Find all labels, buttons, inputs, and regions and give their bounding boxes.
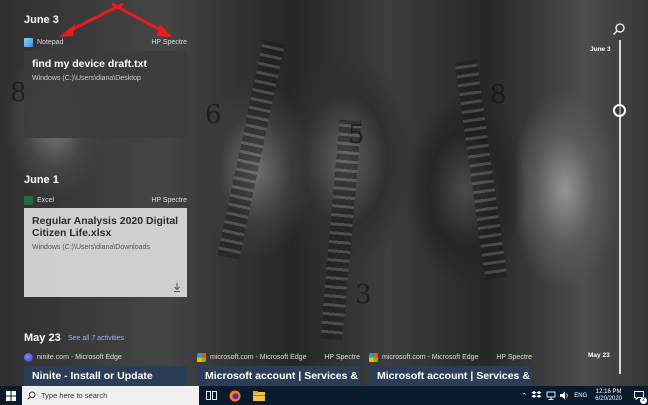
device-name: HP Spectre [496,353,532,361]
network-icon[interactable] [546,391,556,400]
show-hidden-icons-chevron-icon[interactable]: ⌃ [521,392,527,400]
timeline-label-june-3: June 3 [590,46,611,53]
windows-store-icon [369,352,378,362]
app-name: Excel [37,196,55,204]
excel-icon [24,195,33,205]
file-explorer-taskbar-button[interactable] [247,386,271,405]
activity-meta-may23-2: microsoft.com - Microsoft Edge HP Spectr… [197,350,360,364]
clock-time: 12:16 PM [595,388,622,395]
taskbar-clock[interactable]: 12:16 PM 6/20/2020 [591,389,626,403]
app-name: microsoft.com - Microsoft Edge [210,353,307,361]
notepad-icon [24,37,33,47]
download-icon [174,283,180,292]
activity-card-microsoft-account-1[interactable]: Microsoft account | Services & [197,366,360,386]
edge-icon [24,352,33,362]
date-heading-june-3: June 3 [24,14,59,26]
activity-title: find my device draft.txt [32,58,147,70]
dropbox-icon[interactable] [531,391,542,400]
system-tray: ⌃ ENG 12:16 PM 6/20/2020 2 [521,386,648,405]
activity-path: Windows (C:)\Users\diana\Downloads [32,244,150,251]
firefox-taskbar-button[interactable] [223,386,247,405]
date-heading-may-23: May 23 [24,332,61,344]
app-name: ninite.com - Microsoft Edge [37,353,122,361]
taskbar-search-box[interactable]: Type here to search [22,386,199,405]
activity-meta-may23-3: microsoft.com - Microsoft Edge HP Spectr… [369,350,532,364]
search-placeholder: Type here to search [41,391,108,400]
app-name: microsoft.com - Microsoft Edge [382,353,479,361]
activity-path: Windows (C:)\Users\diana\Desktop [32,75,141,82]
activity-meta-june-1: Excel HP Spectre [24,193,187,207]
file-explorer-icon [253,390,265,401]
task-view-button[interactable] [199,386,223,405]
activity-card-excel[interactable]: Regular Analysis 2020 Digital Citizen Li… [24,208,187,297]
task-view-icon [205,391,217,400]
device-name: HP Spectre [151,196,187,204]
language-indicator[interactable]: ENG [574,393,587,399]
device-name: HP Spectre [324,353,360,361]
clock-date: 6/20/2020 [595,395,622,402]
firefox-icon [229,390,241,401]
see-all-activities-link[interactable]: See all 7 activities [68,335,124,342]
timeline-search-icon[interactable] [612,22,626,36]
activity-card-ninite[interactable]: Ninite - Install or Update [24,366,187,386]
activity-meta-may23-1: ninite.com - Microsoft Edge [24,350,187,364]
timeline-label-may-23: May 23 [588,352,610,359]
volume-icon[interactable] [560,391,570,400]
timeline-scrubber-track[interactable] [619,40,621,374]
device-name: HP Spectre [151,38,187,46]
windows-logo-icon [6,390,16,401]
app-name: Notepad [37,38,64,46]
taskbar: Type here to search ⌃ ENG 12:16 PM 6/20/… [0,386,648,405]
timeline-scrubber-handle[interactable] [613,104,626,117]
notification-count-badge: 2 [640,397,647,404]
activity-meta-june-3: Notepad HP Spectre [24,35,187,49]
activity-title: Regular Analysis 2020 Digital Citizen Li… [32,215,179,239]
start-button[interactable] [0,386,22,405]
activity-card-notepad[interactable]: find my device draft.txt Windows (C:)\Us… [24,51,187,138]
action-center-button[interactable]: 2 [630,386,648,405]
search-icon [27,391,36,400]
windows-store-icon [197,352,206,362]
date-heading-june-1: June 1 [24,174,59,186]
activity-card-microsoft-account-2[interactable]: Microsoft account | Services & [369,366,532,386]
